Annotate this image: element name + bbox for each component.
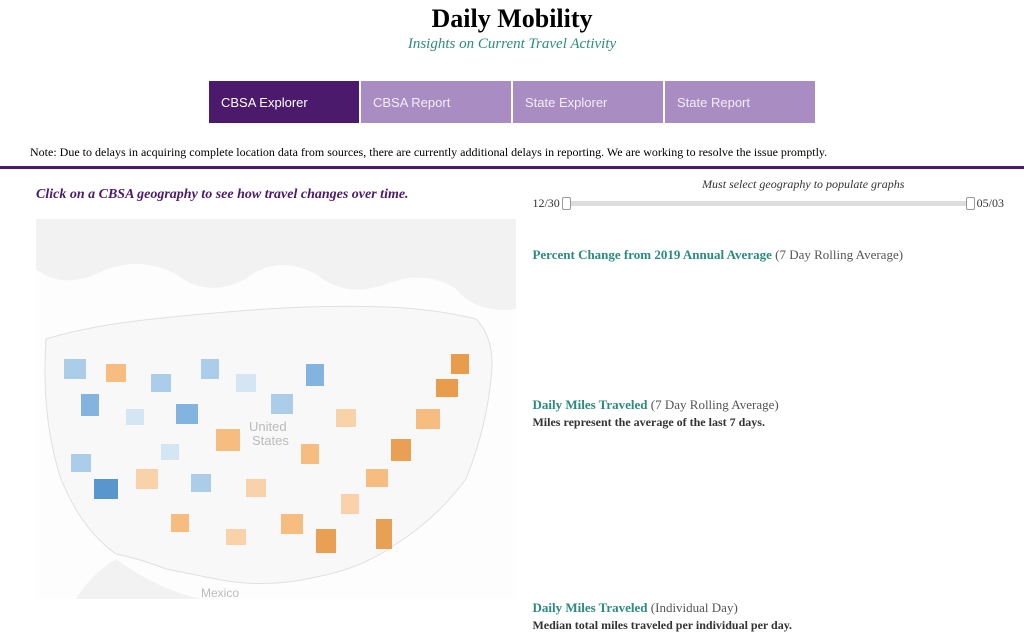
chevron-left-icon[interactable] bbox=[175, 82, 207, 122]
content-area: Click on a CBSA geography to see how tra… bbox=[0, 177, 1024, 633]
section-percent-change: Percent Change from 2019 Annual Average … bbox=[532, 247, 1004, 263]
percent-change-suffix: (7 Day Rolling Average) bbox=[775, 247, 903, 262]
map-label-us: United bbox=[249, 419, 287, 434]
slider-handle-right[interactable] bbox=[966, 197, 975, 210]
map-instruction: Click on a CBSA geography to see how tra… bbox=[36, 187, 532, 203]
tab-state-explorer[interactable]: State Explorer bbox=[513, 81, 663, 123]
divider-bar bbox=[0, 166, 1024, 169]
daily-miles-individual-suffix: (Individual Day) bbox=[651, 600, 738, 615]
slider-hint: Must select geography to populate graphs bbox=[532, 177, 1004, 192]
right-column: Must select geography to populate graphs… bbox=[532, 177, 1024, 633]
cbsa-map[interactable]: United States Mexico bbox=[36, 219, 516, 599]
chevron-right-icon[interactable] bbox=[817, 82, 849, 122]
page-header: Daily Mobility Insights on Current Trave… bbox=[0, 0, 1024, 53]
svg-text:States: States bbox=[252, 433, 289, 448]
slider-start-label: 12/30 bbox=[532, 196, 559, 211]
tabs-row: CBSA Explorer CBSA Report State Explorer… bbox=[0, 81, 1024, 123]
daily-miles-rolling-title: Daily Miles Traveled bbox=[532, 397, 647, 412]
percent-change-title: Percent Change from 2019 Annual Average bbox=[532, 247, 771, 262]
section-daily-miles-individual: Daily Miles Traveled (Individual Day) Me… bbox=[532, 600, 1004, 633]
slider-track[interactable] bbox=[564, 201, 973, 206]
delay-note: Note: Due to delays in acquiring complet… bbox=[0, 145, 1024, 160]
tab-cbsa-explorer[interactable]: CBSA Explorer bbox=[209, 81, 359, 123]
daily-miles-individual-sub: Median total miles traveled per individu… bbox=[532, 618, 1004, 633]
section-daily-miles-rolling: Daily Miles Traveled (7 Day Rolling Aver… bbox=[532, 397, 1004, 430]
slider-end-label: 05/03 bbox=[977, 196, 1004, 211]
date-slider[interactable]: 12/30 05/03 bbox=[532, 196, 1004, 211]
daily-miles-individual-title: Daily Miles Traveled bbox=[532, 600, 647, 615]
daily-miles-rolling-sub: Miles represent the average of the last … bbox=[532, 415, 1004, 430]
page-subtitle: Insights on Current Travel Activity bbox=[0, 36, 1024, 53]
slider-handle-left[interactable] bbox=[562, 197, 571, 210]
page-title: Daily Mobility bbox=[0, 4, 1024, 34]
left-column: Click on a CBSA geography to see how tra… bbox=[0, 177, 532, 633]
map-label-mexico: Mexico bbox=[201, 586, 239, 599]
tab-cbsa-report[interactable]: CBSA Report bbox=[361, 81, 511, 123]
tab-state-report[interactable]: State Report bbox=[665, 81, 815, 123]
daily-miles-rolling-suffix: (7 Day Rolling Average) bbox=[651, 397, 779, 412]
